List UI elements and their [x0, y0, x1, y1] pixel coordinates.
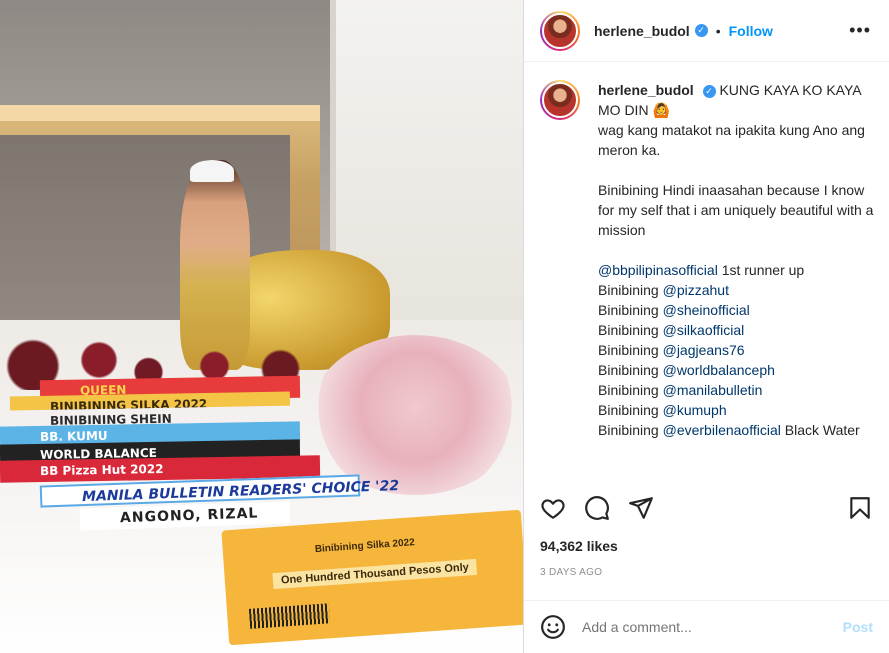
caption: herlene_budol ✓ KUNG KAYA KO KAYA MO DIN…: [540, 80, 880, 440]
comment-bubble-icon[interactable]: [584, 495, 610, 521]
caption-username[interactable]: herlene_budol: [598, 82, 694, 98]
mention-line: Binibining @kumuph: [598, 400, 878, 420]
mention-line: Binibining @silkaofficial: [598, 320, 878, 340]
avatar-image: [542, 82, 578, 118]
caption-gap: [598, 240, 878, 260]
mention-link[interactable]: @worldbalanceph: [663, 362, 775, 378]
mention-link[interactable]: @manilabulletin: [663, 382, 763, 398]
giant-cheque: Binibining Silka 2022 One Hundred Thousa…: [221, 509, 523, 646]
cheque-payee: Binibining Silka 2022: [314, 537, 416, 556]
caption-gap: [598, 160, 878, 180]
mention-prefix: Binibining: [598, 322, 663, 338]
smiley-icon[interactable]: [540, 614, 566, 640]
mention-line: Binibining @everbilenaofficial Black Wat…: [598, 420, 878, 440]
mention-line: Binibining @manilabulletin: [598, 380, 878, 400]
post-header: herlene_budol ✓ • Follow •••: [524, 0, 889, 62]
avatar-image: [542, 12, 578, 49]
caption-avatar[interactable]: [540, 80, 580, 120]
mention-link[interactable]: @everbilenaofficial: [663, 422, 781, 438]
mention-link[interactable]: @kumuph: [663, 402, 727, 418]
username-link[interactable]: herlene_budol: [594, 23, 690, 39]
mention-link[interactable]: @sheinofficial: [663, 302, 750, 318]
pink-bouquet: [310, 335, 520, 495]
mention-prefix: Binibining: [598, 402, 663, 418]
avatar[interactable]: [540, 10, 580, 51]
mention-suffix: 1st runner up: [717, 262, 805, 278]
cheque-amount: One Hundred Thousand Pesos Only: [272, 558, 478, 590]
caption-text: herlene_budol ✓ KUNG KAYA KO KAYA MO DIN…: [598, 80, 878, 440]
likes-count[interactable]: 94,362 likes: [540, 538, 618, 554]
mention-link[interactable]: @pizzahut: [663, 282, 729, 298]
post-modal: QUEEN BINIBINING SILKA 2022 BINIBINING S…: [0, 0, 889, 653]
post-photo[interactable]: QUEEN BINIBINING SILKA 2022 BINIBINING S…: [0, 0, 523, 653]
mention-line: Binibining @worldbalanceph: [598, 360, 878, 380]
mention-prefix: Binibining: [598, 382, 663, 398]
follow-button[interactable]: Follow: [729, 23, 773, 39]
action-bar: [540, 490, 873, 526]
mention-prefix: Binibining: [598, 342, 663, 358]
cheque-barcode: [248, 603, 331, 629]
more-options-icon[interactable]: •••: [849, 20, 871, 41]
verified-badge-icon: ✓: [702, 84, 716, 98]
mention-link[interactable]: @silkaofficial: [663, 322, 745, 338]
caption-line: herlene_budol ✓ KUNG KAYA KO KAYA MO DIN…: [598, 80, 878, 120]
post-timestamp[interactable]: 3 DAYS AGO: [540, 567, 602, 578]
post-side-panel: herlene_budol ✓ • Follow ••• herlene_bud…: [524, 0, 889, 653]
bookmark-icon[interactable]: [847, 495, 873, 521]
comment-input[interactable]: [582, 619, 843, 635]
verified-badge-icon: ✓: [694, 24, 708, 37]
crown: [190, 160, 234, 182]
caption-line: Binibining Hindi inaasahan because I kno…: [598, 182, 878, 238]
mention-prefix: Binibining: [598, 282, 663, 298]
paper-plane-icon[interactable]: [628, 495, 654, 521]
mention-line: Binibining @pizzahut: [598, 280, 878, 300]
mention-line: Binibining @sheinofficial: [598, 300, 878, 320]
mention-suffix: Black Water: [780, 422, 860, 438]
mention-prefix: Binibining: [598, 422, 663, 438]
post-comment-button[interactable]: Post: [843, 619, 873, 635]
mention-line: Binibining @jagjeans76: [598, 340, 878, 360]
separator-dot: •: [715, 22, 721, 39]
mention-line: @bbpilipinasofficial 1st runner up: [598, 260, 878, 280]
mention-prefix: Binibining: [598, 302, 663, 318]
mention-link[interactable]: @jagjeans76: [663, 342, 745, 358]
mention-link[interactable]: @bbpilipinasofficial: [598, 262, 718, 278]
mention-prefix: Binibining: [598, 362, 663, 378]
caption-line: wag kang matakot na ipakita kung Ano ang…: [598, 122, 869, 158]
comment-box: Post: [524, 600, 889, 653]
heart-icon[interactable]: [540, 495, 566, 521]
